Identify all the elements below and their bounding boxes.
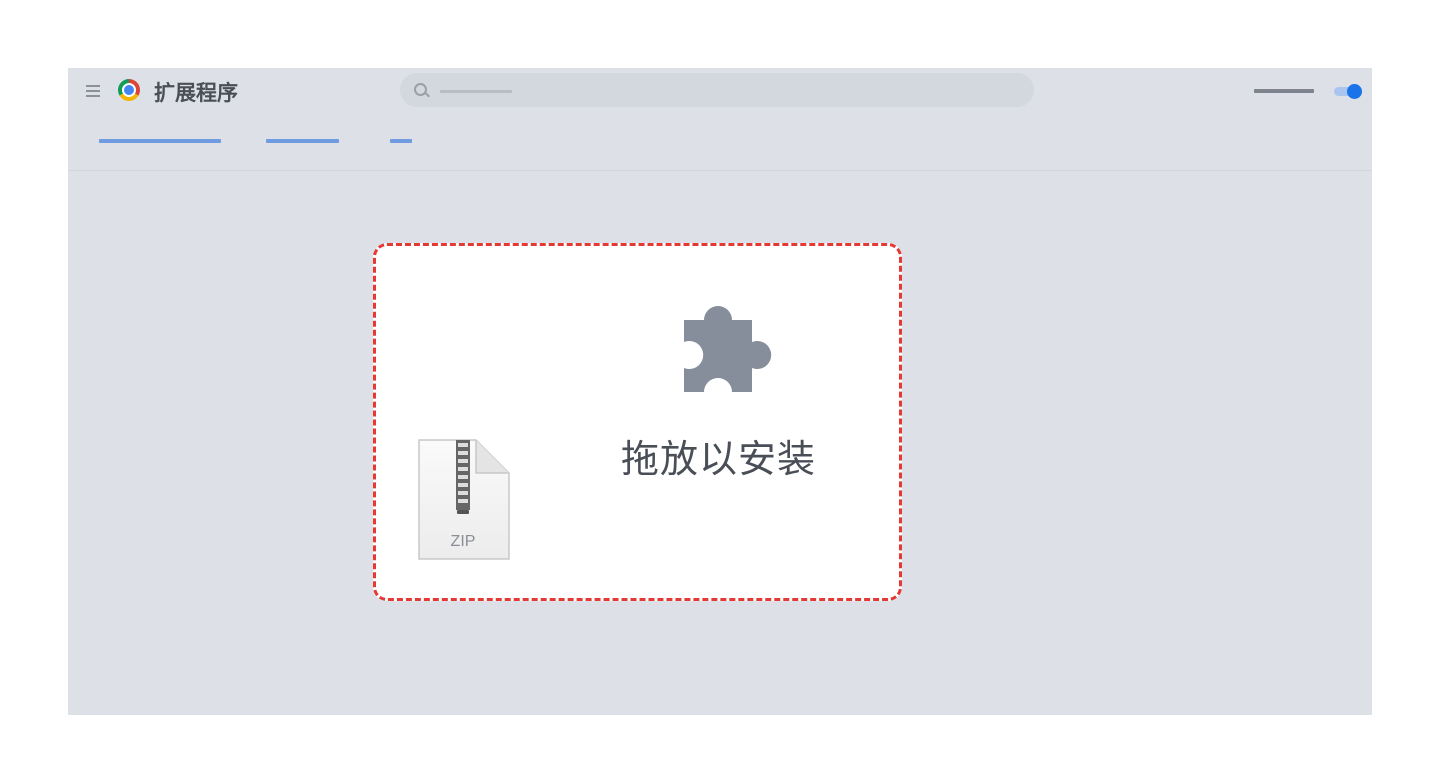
zip-file[interactable]: ZIP xyxy=(416,437,512,563)
drop-to-install-text: 拖放以安装 xyxy=(621,437,817,481)
toolbar-divider xyxy=(68,170,1372,171)
extensions-window: 扩展程序 拖放以安装 ZIP xyxy=(68,68,1372,715)
developer-mode-toggle[interactable] xyxy=(1334,84,1362,99)
drop-zone[interactable]: 拖放以安装 ZIP xyxy=(373,243,902,601)
header-bar: 扩展程序 xyxy=(68,68,1372,114)
load-unpacked-button[interactable] xyxy=(99,139,221,143)
hamburger-menu-icon[interactable] xyxy=(86,85,100,97)
toggle-knob xyxy=(1347,84,1362,99)
search-icon xyxy=(414,83,427,96)
page-title: 扩展程序 xyxy=(154,81,238,105)
search-input[interactable] xyxy=(400,73,1034,107)
toolbar xyxy=(68,114,1372,170)
search-placeholder xyxy=(440,90,512,93)
chrome-logo-icon xyxy=(118,79,140,101)
zip-file-label: ZIP xyxy=(450,533,476,550)
puzzle-piece-icon xyxy=(684,306,772,392)
developer-mode-label xyxy=(1254,89,1314,93)
update-button[interactable] xyxy=(390,139,412,143)
pack-extension-button[interactable] xyxy=(266,139,339,143)
